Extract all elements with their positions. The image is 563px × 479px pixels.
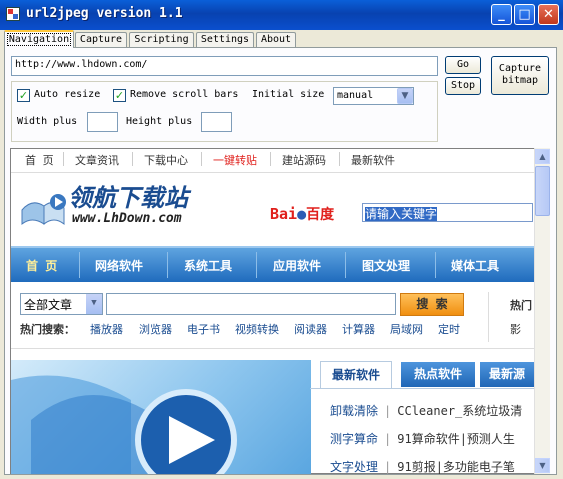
- hot-term[interactable]: 计算器: [342, 321, 375, 337]
- remove-scroll-checkbox[interactable]: ✓: [113, 89, 126, 102]
- list-item-category[interactable]: 文字处理: [330, 460, 378, 474]
- close-button[interactable]: ✕: [538, 4, 559, 25]
- divider: [11, 348, 534, 349]
- promo-banner[interactable]: [11, 360, 311, 474]
- baidu-logo-latin: Bai: [270, 205, 298, 223]
- tab-settings[interactable]: Settings: [196, 32, 254, 47]
- divider: [63, 152, 64, 166]
- hot-term[interactable]: 浏览器: [139, 321, 172, 337]
- divider: [167, 252, 168, 278]
- toplink-newest[interactable]: 最新软件: [351, 152, 395, 168]
- divider: [256, 252, 257, 278]
- divider: [339, 152, 340, 166]
- chevron-down-icon[interactable]: ▼: [86, 294, 102, 314]
- auto-resize-label: Auto resize: [34, 89, 101, 100]
- side-hot-label: 热门: [510, 299, 532, 312]
- list-item[interactable]: 文字处理 | 91剪报|多功能电子笔: [330, 458, 515, 475]
- list-item-title[interactable]: 91算命软件|预测人生: [397, 432, 515, 446]
- nav-system-tools[interactable]: 系统工具: [184, 257, 232, 274]
- width-plus-input[interactable]: [87, 112, 118, 132]
- list-item-title[interactable]: CCleaner_系统垃圾清: [397, 404, 522, 418]
- main-search-input[interactable]: [106, 293, 396, 315]
- divider: [310, 388, 534, 389]
- divider: [270, 152, 271, 166]
- window-title: url2jpeg version 1.1: [26, 6, 183, 21]
- hot-term[interactable]: 播放器: [90, 321, 123, 337]
- hot-term[interactable]: 局域网: [390, 321, 423, 337]
- divider: |: [384, 460, 392, 474]
- paw-icon: ●: [297, 205, 307, 223]
- tab-newest-software[interactable]: 最新软件: [320, 361, 392, 388]
- baidu-logo: Bai●百度: [270, 204, 334, 224]
- width-plus-label: Width plus: [17, 116, 78, 127]
- chevron-down-icon[interactable]: ▼: [397, 88, 413, 104]
- divider: [132, 152, 133, 166]
- list-item[interactable]: 测字算命 | 91算命软件|预测人生: [330, 430, 515, 447]
- search-button[interactable]: 搜 索: [400, 293, 464, 316]
- auto-resize-checkbox[interactable]: ✓: [17, 89, 30, 102]
- hot-term[interactable]: 视频转换: [235, 321, 279, 337]
- hot-term[interactable]: 阅读器: [294, 321, 327, 337]
- toplink-articles[interactable]: 文章资讯: [75, 152, 119, 168]
- nav-apps[interactable]: 应用软件: [273, 257, 321, 274]
- scroll-down-icon[interactable]: ▼: [535, 458, 550, 473]
- bitmap-label: bitmap: [501, 75, 539, 86]
- hot-term[interactable]: 定时: [438, 321, 460, 337]
- tab-scripting[interactable]: Scripting: [129, 32, 194, 47]
- divider: [79, 252, 80, 278]
- remove-scroll-label: Remove scroll bars: [130, 89, 239, 100]
- height-plus-input[interactable]: [201, 112, 232, 132]
- divider: |: [384, 404, 392, 418]
- maximize-button[interactable]: □: [514, 4, 535, 25]
- tab-hot-software[interactable]: 热点软件: [401, 362, 475, 387]
- initial-size-label: Initial size: [252, 89, 325, 100]
- play-icon: [11, 375, 237, 474]
- scroll-up-icon[interactable]: ▲: [535, 149, 550, 164]
- app-icon: [6, 7, 20, 21]
- divider: [435, 252, 436, 278]
- capture-label: Capture: [498, 63, 542, 74]
- go-button[interactable]: Go: [445, 56, 481, 74]
- list-item-category[interactable]: 卸载清除: [330, 404, 378, 418]
- nav-home[interactable]: 首 页: [26, 257, 57, 274]
- toplink-source[interactable]: 建站源码: [282, 152, 326, 168]
- tab-about[interactable]: About: [256, 32, 296, 47]
- stop-button[interactable]: Stop: [445, 77, 481, 95]
- site-logo-url: www.LhDown.com: [72, 211, 182, 226]
- tab-navigation-label: Navigation: [6, 33, 72, 46]
- logo-icon: [21, 194, 66, 226]
- nav-network-software[interactable]: 网络软件: [95, 257, 143, 274]
- side-hot-list: 热门 影: [510, 294, 532, 342]
- toplink-home[interactable]: 首 页: [25, 152, 54, 168]
- divider: [488, 292, 489, 342]
- url-input[interactable]: http://www.lhdown.com/: [11, 56, 438, 76]
- divider: [11, 172, 534, 173]
- toplink-downloads[interactable]: 下载中心: [144, 152, 188, 168]
- capture-bitmap-button[interactable]: Capture bitmap: [491, 56, 549, 95]
- site-logo-title: 领航下载站: [68, 184, 188, 212]
- minimize-button[interactable]: _: [491, 4, 512, 25]
- divider: [201, 152, 202, 166]
- nav-graphics[interactable]: 图文处理: [362, 257, 410, 274]
- hot-term[interactable]: 电子书: [187, 321, 220, 337]
- tab-navigation[interactable]: Navigation: [4, 30, 74, 48]
- divider: [345, 252, 346, 278]
- tab-capture[interactable]: Capture: [75, 32, 127, 47]
- site-search-text: 请输入关键字: [365, 207, 438, 221]
- site-search-input[interactable]: 请输入关键字: [362, 203, 533, 222]
- scroll-thumb[interactable]: [535, 166, 550, 216]
- nav-media-tools[interactable]: 媒体工具: [451, 257, 499, 274]
- toplink-repost[interactable]: 一键转贴: [213, 152, 257, 168]
- list-item-category[interactable]: 测字算命: [330, 432, 378, 446]
- tab-newest-source[interactable]: 最新源: [480, 362, 534, 387]
- list-item[interactable]: 卸载清除 | CCleaner_系统垃圾清: [330, 402, 522, 419]
- side-hot-item[interactable]: 影: [510, 318, 532, 342]
- list-item-title[interactable]: 91剪报|多功能电子笔: [397, 460, 515, 474]
- divider: |: [384, 432, 392, 446]
- baidu-logo-cn: 百度: [306, 207, 335, 223]
- hot-search-label: 热门搜索：: [20, 323, 75, 336]
- height-plus-label: Height plus: [126, 116, 193, 127]
